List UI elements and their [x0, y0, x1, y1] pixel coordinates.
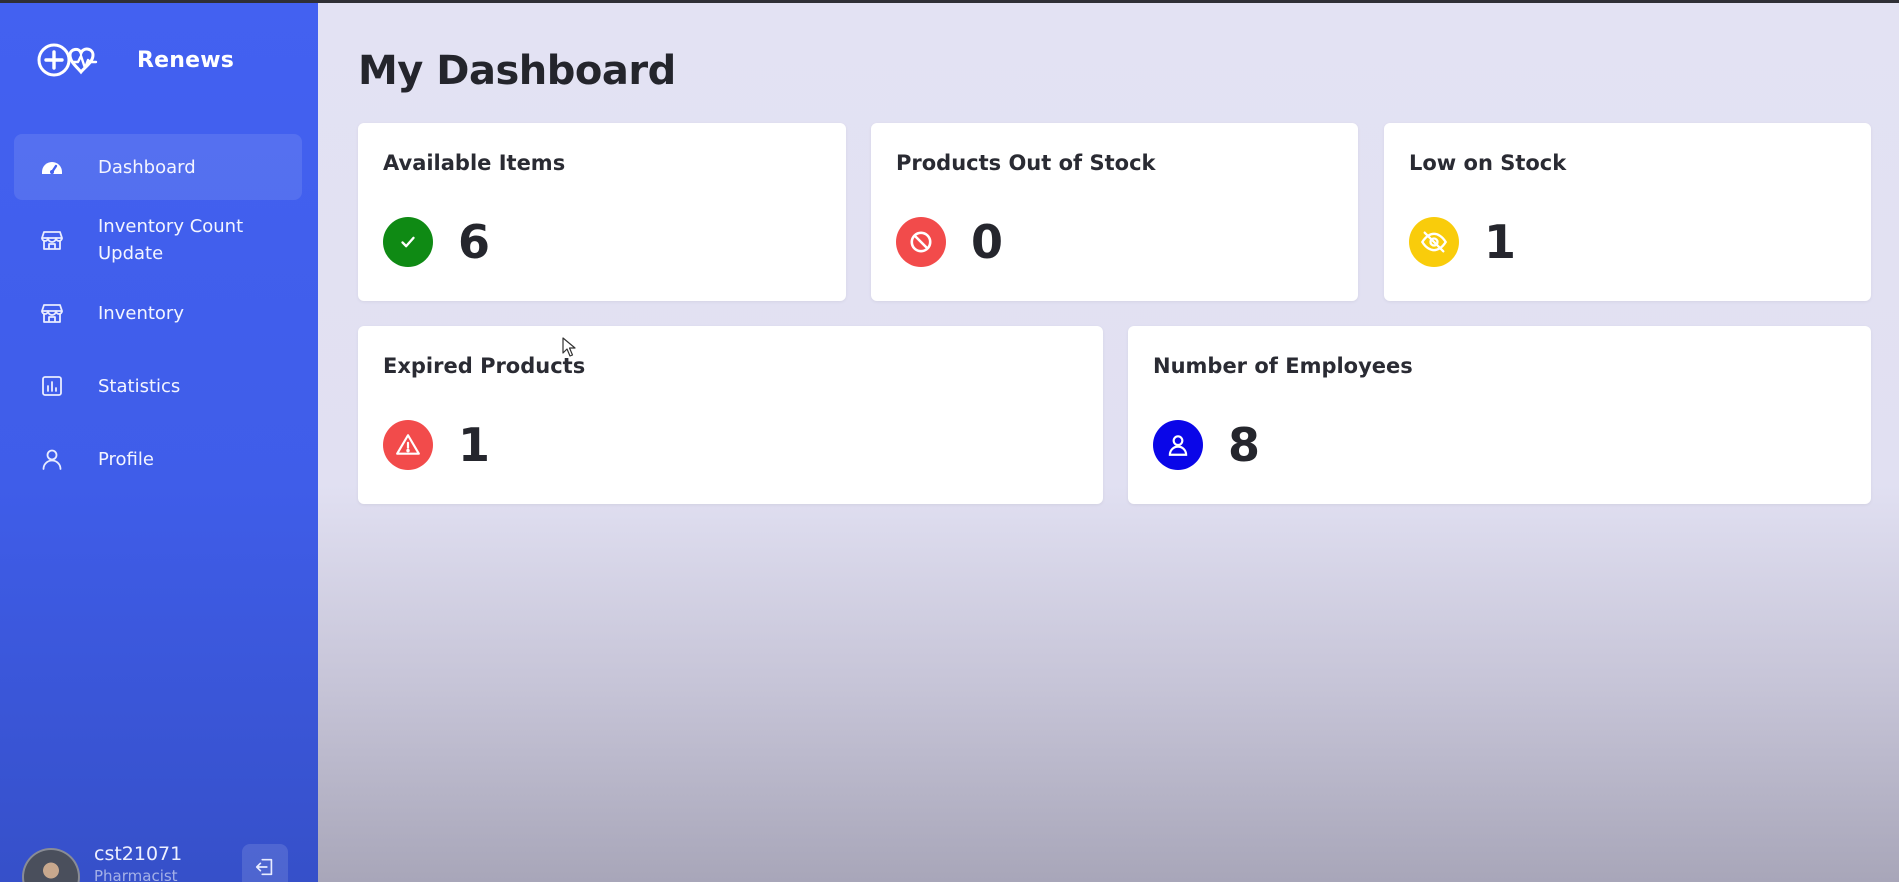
out-of-stock-card: Products Out of Stock 0: [871, 123, 1358, 301]
brand-name: Renews: [137, 47, 235, 73]
eye-off-icon: [1409, 217, 1459, 267]
page-title: My Dashboard: [358, 48, 676, 94]
check-icon: [383, 217, 433, 267]
user-icon: [40, 447, 64, 471]
user-role: Pharmacist: [94, 867, 178, 882]
sidebar-item-inventory-count-update[interactable]: Inventory Count Update: [14, 200, 302, 280]
sidebar-item-label: Inventory: [98, 302, 184, 324]
store-icon: [40, 301, 64, 325]
ban-icon: [896, 217, 946, 267]
sidebar-nav: Dashboard Inventory Count Update Invento…: [14, 134, 302, 492]
sidebar-item-profile[interactable]: Profile: [14, 426, 302, 492]
medical-heartbeat-icon: [37, 43, 98, 77]
main-content: My Dashboard Available Items 6 Products …: [318, 0, 1899, 882]
sidebar-item-label: Statistics: [98, 375, 181, 397]
warning-icon: [383, 420, 433, 470]
sidebar-item-label: Inventory Count Update: [98, 216, 244, 264]
expired-products-card: Expired Products 1: [358, 326, 1103, 504]
store-icon: [40, 228, 64, 252]
sidebar-item-label: Dashboard: [98, 156, 196, 178]
card-value: 1: [458, 418, 491, 472]
user-profile: cst21071 Pharmacist: [22, 842, 292, 882]
window-top-bar: [0, 0, 1899, 3]
user-icon: [1153, 420, 1203, 470]
logout-button[interactable]: [242, 844, 288, 882]
brand[interactable]: Renews: [36, 38, 234, 82]
employees-card: Number of Employees 8: [1128, 326, 1871, 504]
sidebar-item-inventory[interactable]: Inventory: [14, 280, 302, 346]
card-title: Available Items: [383, 151, 566, 175]
sidebar: Renews Dashboard Inventory Count Update …: [0, 0, 318, 882]
card-title: Low on Stock: [1409, 151, 1567, 175]
logout-icon: [255, 858, 273, 876]
speedometer-icon: [40, 155, 64, 179]
card-value: 8: [1228, 418, 1261, 472]
card-value: 6: [458, 215, 491, 269]
card-title: Expired Products: [383, 354, 586, 378]
sidebar-item-dashboard[interactable]: Dashboard: [14, 134, 302, 200]
card-value: 0: [971, 215, 1004, 269]
sidebar-item-statistics[interactable]: Statistics: [14, 346, 302, 426]
avatar[interactable]: [22, 848, 80, 882]
card-value: 1: [1484, 215, 1517, 269]
card-title: Number of Employees: [1153, 354, 1413, 378]
low-on-stock-card: Low on Stock 1: [1384, 123, 1871, 301]
available-items-card: Available Items 6: [358, 123, 846, 301]
sidebar-item-label: Profile: [98, 448, 154, 470]
mouse-cursor-icon: [562, 337, 576, 357]
bar-chart-icon: [40, 374, 64, 398]
user-name: cst21071: [94, 843, 183, 865]
card-title: Products Out of Stock: [896, 151, 1156, 175]
